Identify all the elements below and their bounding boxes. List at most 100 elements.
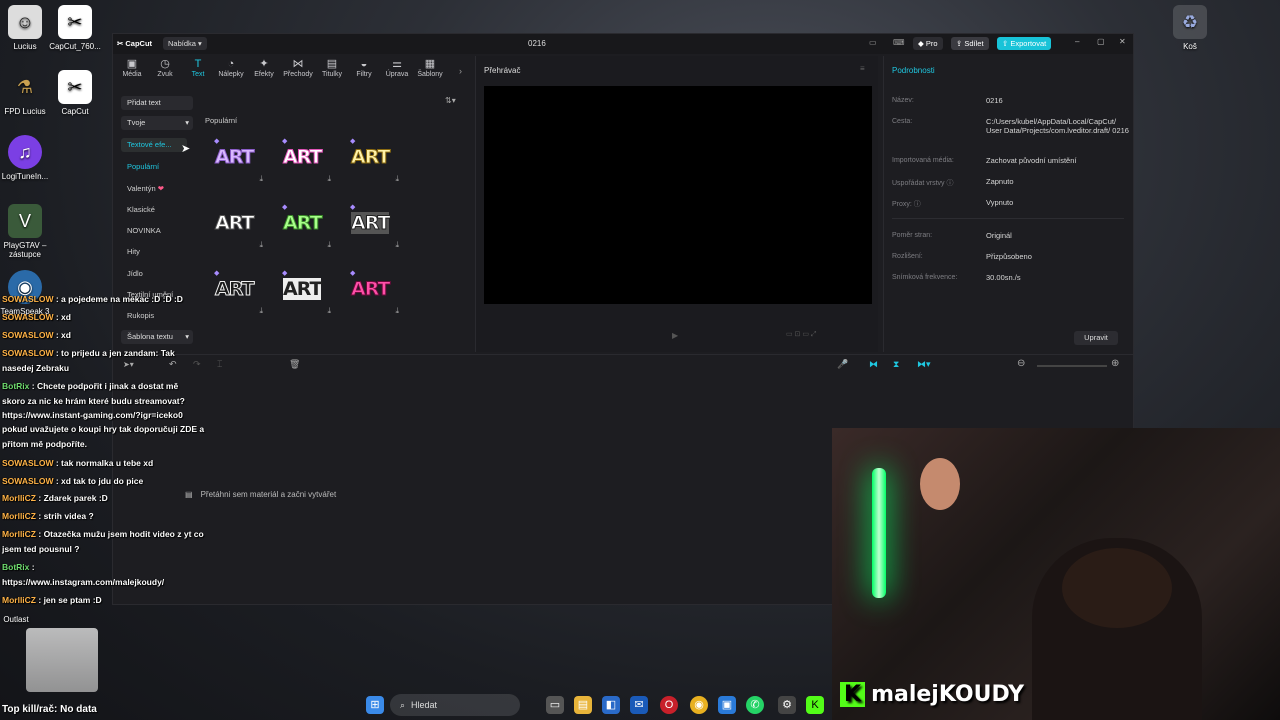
- adjust-icon: ⚌: [392, 58, 402, 70]
- outlook-icon[interactable]: ✉: [630, 696, 648, 714]
- timeline-toolbar: ➤▾ ↶ ↷ ⌶ 🗑 🎤 ⧓ ⧗ ⧓▾ ⊖ ⊕: [113, 354, 1133, 377]
- desktop-icon-recycle-bin[interactable]: ♻ Koš: [1160, 5, 1220, 51]
- taskbar-search[interactable]: ⌕ Hledat: [390, 694, 520, 716]
- chat-message: skoro za nic ke hrám které budu streamov…: [2, 396, 185, 406]
- effect-tile[interactable]: ◆ ART ⤓: [279, 136, 333, 186]
- prop-value: C:/Users/kubel/AppData/Local/CapCut/ Use…: [986, 117, 1129, 135]
- prop-label: Rozlišení:: [892, 253, 923, 260]
- download-icon[interactable]: ⤓: [395, 240, 399, 250]
- edit-button[interactable]: Upravit: [1074, 331, 1118, 345]
- zoom-in-icon[interactable]: ⊕: [1111, 358, 1119, 369]
- file-explorer-icon[interactable]: ▤: [574, 696, 592, 714]
- task-view-icon[interactable]: ▭: [546, 696, 564, 714]
- settings-icon[interactable]: ⚙: [778, 696, 796, 714]
- windows-start-icon[interactable]: ⊞: [366, 696, 384, 714]
- opera-icon[interactable]: O: [660, 696, 678, 714]
- tool-captions[interactable]: ▤ Titulky: [315, 58, 349, 78]
- close-icon[interactable]: ✕: [1119, 37, 1126, 46]
- prop-label: Proxy: ⓘ: [892, 201, 921, 208]
- chat-message: MorlliCZ : Zdarek parek :D: [2, 493, 108, 503]
- tool-templates[interactable]: ▦ Šablony: [413, 58, 447, 78]
- prop-label: Importovaná média:: [892, 157, 954, 164]
- chevron-right-icon[interactable]: ›: [459, 66, 462, 76]
- details-panel: Podrobnosti Název: 0216 Cesta: C:/Users/…: [883, 56, 1130, 352]
- layout-icon[interactable]: ▭: [869, 38, 877, 47]
- download-icon[interactable]: ⤓: [395, 306, 399, 316]
- zoom-slider[interactable]: [1037, 365, 1107, 367]
- tool-transitions[interactable]: ⋈ Přechody: [281, 58, 315, 78]
- effect-tile[interactable]: ◆ ART ⤓: [279, 202, 333, 252]
- share-button[interactable]: ⇪ Sdílet: [951, 37, 989, 50]
- download-icon[interactable]: ⤓: [327, 306, 331, 316]
- prop-value: Zachovat původní umístění: [986, 156, 1077, 165]
- download-icon[interactable]: ⤓: [327, 174, 331, 184]
- snap-icon[interactable]: ⧓▾: [917, 359, 931, 370]
- effect-preview-text: ART: [283, 278, 322, 300]
- chrome-icon[interactable]: ◉: [690, 696, 708, 714]
- player-panel: Přehrávač ≡ ▶ ▭ ⊡ ▭ ⤢: [475, 56, 878, 352]
- prop-label: Snímková frekvence:: [892, 274, 958, 281]
- effect-preview-text: ART: [350, 278, 390, 301]
- chat-message: MorlliCZ : strih videa ?: [2, 511, 94, 521]
- chat-message: SOWASLOW : to prijedu a jen zandam: Tak: [2, 348, 175, 358]
- figure-head: [920, 458, 960, 510]
- chat-message: MorlliCZ : jen se ptam :D: [2, 595, 102, 605]
- webcam-feed: [832, 428, 1280, 720]
- prop-label: Uspořádat vrstvy ⓘ: [892, 180, 954, 187]
- tool-filters[interactable]: ◒ Filtry: [347, 58, 381, 78]
- filter-icon[interactable]: ⇅▾: [445, 96, 456, 105]
- shortcuts-icon[interactable]: ⌨: [893, 38, 905, 47]
- details-title: Podrobnosti: [892, 66, 935, 75]
- download-icon[interactable]: ⤓: [327, 240, 331, 250]
- link-icon[interactable]: ⧓: [869, 359, 878, 370]
- download-icon[interactable]: ⤓: [395, 174, 399, 184]
- jar-widget: [26, 628, 98, 692]
- preview-axis-icon[interactable]: ⧗: [893, 359, 899, 370]
- premium-icon: ◆: [350, 138, 356, 145]
- prop-value: Originál: [986, 231, 1012, 240]
- microphone-icon[interactable]: 🎤: [837, 359, 848, 370]
- divider: [892, 218, 1124, 219]
- prop-value: Vypnuto: [986, 198, 1014, 207]
- photos-icon[interactable]: ▣: [718, 696, 736, 714]
- filters-icon: ◒: [360, 58, 368, 70]
- play-icon[interactable]: ▶: [672, 331, 678, 340]
- whatsapp-icon[interactable]: ✆: [746, 696, 764, 714]
- chat-message: BotRix : Chcete podpořit i jinak a dosta…: [2, 381, 179, 391]
- export-button[interactable]: ⇧ Exportovat: [997, 37, 1052, 50]
- chat-message: přitom mě podpoříte.: [2, 439, 87, 449]
- prop-label: Poměr stran:: [892, 232, 933, 239]
- chat-message: SOWASLOW : xd tak to jdu do pice: [2, 476, 144, 486]
- pro-button[interactable]: ◆ Pro: [913, 37, 943, 50]
- premium-icon: ◆: [350, 204, 356, 211]
- chat-message: BotRix :: [2, 562, 35, 572]
- search-icon: ⌕: [400, 700, 406, 710]
- prop-label: Cesta:: [892, 118, 913, 125]
- taskbar: ⊞ ⌕ Hledat ▭ ▤ ◧ ✉ O ◉ ▣ ✆ ⚙ K: [230, 690, 1060, 720]
- store-icon[interactable]: ◧: [602, 696, 620, 714]
- chat-message: SOWASLOW : a pojedeme na mekac :D :D :D: [2, 294, 183, 304]
- minimize-icon[interactable]: –: [1075, 37, 1079, 46]
- chat-overlay: SOWASLOW : a pojedeme na mekac :D :D :D …: [0, 0, 260, 620]
- desktop-icon-label: Koš: [1183, 42, 1197, 51]
- transitions-icon: ⋈: [292, 58, 304, 70]
- info-icon: ⓘ: [946, 180, 954, 187]
- prop-value: Zapnuto: [986, 177, 1014, 186]
- effect-tile[interactable]: ◆ ART ⤓: [347, 202, 401, 252]
- info-icon: ⓘ: [913, 201, 921, 208]
- effect-tile[interactable]: ◆ ART ⤓: [347, 268, 401, 318]
- effect-preview-text: ART: [282, 212, 322, 235]
- menu-icon[interactable]: ≡: [860, 64, 865, 73]
- player-title: Přehrávač: [484, 66, 521, 75]
- delete-icon[interactable]: 🗑: [289, 359, 300, 370]
- zoom-out-icon[interactable]: ⊖: [1017, 358, 1025, 369]
- chat-message: SOWASLOW : tak normalka u tebe xd: [2, 458, 154, 468]
- top-kill-text: Top kill/rač: No data: [2, 704, 97, 715]
- premium-icon: ◆: [282, 270, 288, 277]
- tool-adjust[interactable]: ⚌ Úprava: [380, 58, 414, 78]
- effect-tile[interactable]: ◆ ART ⤓: [279, 268, 333, 318]
- maximize-icon[interactable]: ▢: [1097, 37, 1105, 46]
- effect-tile[interactable]: ◆ ART ⤓: [347, 136, 401, 186]
- kick-icon[interactable]: K: [806, 696, 824, 714]
- ratio-icon[interactable]: ▭ ⊡ ▭ ⤢: [786, 330, 817, 339]
